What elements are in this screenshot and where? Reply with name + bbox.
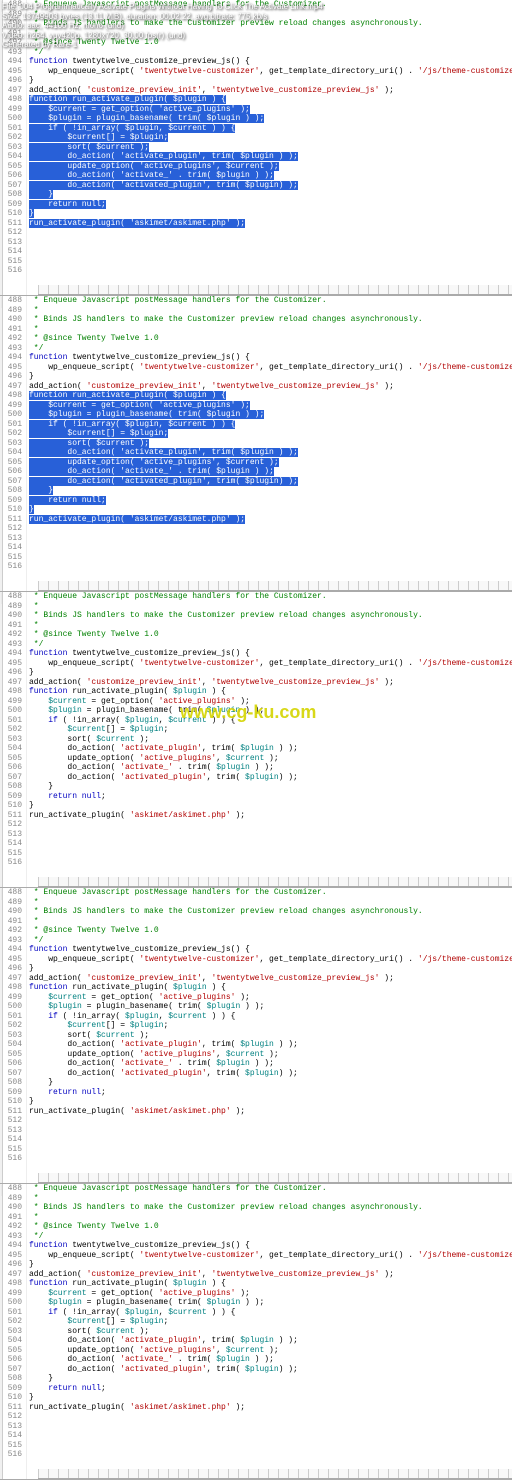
code-editor[interactable]: 4884894904914924934944954964974984995005…: [3, 888, 512, 1183]
code-editor[interactable]: 4884894904914924934944954964974984995005…: [3, 1184, 512, 1479]
code-content[interactable]: * Enqueue Javascript postMessage handler…: [27, 296, 512, 591]
editor-pane: Cl..Na..wampxfiverr_Mrandr-rafsjdld.jpga…: [0, 888, 512, 1184]
audio-info: Audio: aac, 44100 Hz, mono (und): [2, 21, 323, 31]
horizontal-ruler: [38, 1173, 512, 1183]
line-number-gutter: 4884894904914924934944954964974984995005…: [3, 592, 27, 887]
editor-pane: Cl..Na..wampxfiverr_Mrandr-rafsjdld.jpga…: [0, 1184, 512, 1480]
size-info: Size: 13749903 bytes (13.11 MiB), durati…: [2, 12, 323, 22]
generator-info: Generated by Rare-1: [2, 40, 323, 50]
code-editor[interactable]: 4884894904914924934944954964974984995005…: [3, 592, 512, 887]
file-info: File: 004 Programmatically Activate Plug…: [2, 2, 323, 12]
editor-pane: Cl..Na..wampxfiverr_Mrandr-rafsjdld.jpga…: [0, 296, 512, 592]
code-content[interactable]: * Enqueue Javascript postMessage handler…: [27, 1184, 512, 1479]
horizontal-ruler: [38, 877, 512, 887]
line-number-gutter: 4884894904914924934944954964974984995005…: [3, 888, 27, 1183]
watermark: www.cg-ku.com: [180, 702, 316, 723]
editor-pane: Cl..Na..wampxfiverr_Mrandr-rafsjdld.jpga…: [0, 592, 512, 888]
line-number-gutter: 4884894904914924934944954964974984995005…: [3, 1184, 27, 1479]
horizontal-ruler: [38, 1469, 512, 1479]
video-info: Video: h264, yuv420p, 1280x720, 30.00 fp…: [2, 31, 323, 41]
code-content[interactable]: * Enqueue Javascript postMessage handler…: [27, 888, 512, 1183]
line-number-gutter: 4884894904914924934944954964974984995005…: [3, 296, 27, 591]
video-info-overlay: File: 004 Programmatically Activate Plug…: [0, 0, 325, 52]
horizontal-ruler: [38, 581, 512, 591]
code-content[interactable]: * Enqueue Javascript postMessage handler…: [27, 592, 512, 887]
code-editor[interactable]: 4884894904914924934944954964974984995005…: [3, 296, 512, 591]
horizontal-ruler: [38, 285, 512, 295]
